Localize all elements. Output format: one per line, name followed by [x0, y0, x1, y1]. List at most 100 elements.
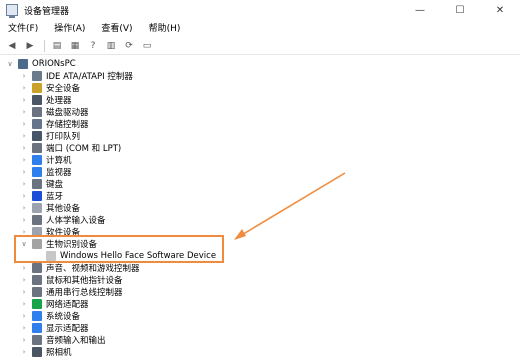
tree-node-label: 显示适配器 [46, 324, 89, 334]
tree-category-node[interactable]: › 系统设备 [23, 310, 81, 322]
expander-icon[interactable]: › [20, 190, 28, 202]
tree-node-label: ORIONsPC [32, 59, 76, 69]
device-category-icon [32, 191, 42, 201]
tree-category-node[interactable]: › 鼠标和其他指针设备 [23, 274, 123, 286]
tree-category-node[interactable]: › 网络适配器 [23, 298, 89, 310]
tree-node-label: 安全设备 [46, 84, 81, 94]
device-category-icon [32, 119, 42, 129]
expander-icon[interactable]: › [20, 214, 28, 226]
tree-category-node[interactable]: › 蓝牙 [23, 190, 64, 202]
tree-category-node[interactable]: › 通用串行总线控制器 [23, 286, 123, 298]
tree-node-label: 人体学输入设备 [46, 216, 106, 226]
tree-node-label: IDE ATA/ATAPI 控制器 [46, 72, 133, 82]
toolbar-divider [44, 39, 45, 52]
expander-icon[interactable]: › [20, 154, 28, 166]
tree-category-node[interactable]: › 人体学输入设备 [23, 214, 106, 226]
tree-node-label: 端口 (COM 和 LPT) [46, 144, 122, 154]
maximize-button[interactable]: ☐ [440, 0, 480, 20]
device-manager-icon [6, 4, 18, 18]
expander-icon[interactable]: › [20, 130, 28, 142]
tree-node-label: 磁盘驱动器 [46, 108, 89, 118]
tree-category-node[interactable]: › 计算机 [23, 154, 72, 166]
expander-icon[interactable]: › [20, 142, 28, 154]
table-icon[interactable]: ▥ [103, 39, 119, 53]
help-icon[interactable]: ? [85, 39, 101, 53]
expander-icon[interactable]: › [20, 310, 28, 322]
expander-icon[interactable]: › [20, 178, 28, 190]
device-category-icon [32, 287, 42, 297]
device-category-icon [32, 311, 42, 321]
minimize-button[interactable]: — [400, 0, 440, 20]
menu-file[interactable]: 文件(F) [4, 22, 42, 36]
menu-bar: 文件(F) 操作(A) 查看(V) 帮助(H) [0, 21, 520, 37]
tree-category-node[interactable]: › 照相机 [23, 346, 72, 358]
tree-category-node[interactable]: › 端口 (COM 和 LPT) [23, 142, 122, 154]
expander-icon[interactable]: › [20, 94, 28, 106]
expander-icon[interactable]: › [20, 118, 28, 130]
tree-node-label: 键盘 [46, 180, 64, 190]
expander-icon[interactable]: › [20, 166, 28, 178]
device-category-icon [32, 107, 42, 117]
menu-help[interactable]: 帮助(H) [145, 22, 185, 36]
monitor-icon[interactable]: ▭ [139, 39, 155, 53]
tree-category-node[interactable]: › 音频输入和输出 [23, 334, 106, 346]
grid-icon[interactable]: ▦ [67, 39, 83, 53]
tree-category-node[interactable]: › 键盘 [23, 178, 64, 190]
expander-icon[interactable]: › [20, 106, 28, 118]
expander-icon[interactable]: › [20, 202, 28, 214]
tree-node-label: 其他设备 [46, 204, 81, 214]
close-button[interactable]: ✕ [480, 0, 520, 20]
expander-icon[interactable]: › [20, 70, 28, 82]
tree-category-node[interactable]: › 安全设备 [23, 82, 81, 94]
device-category-icon [32, 299, 42, 309]
tree-category-node[interactable]: › 监视器 [23, 166, 72, 178]
tree-category-node[interactable]: › 打印队列 [23, 130, 81, 142]
tree-category-node[interactable]: › 显示适配器 [23, 322, 89, 334]
device-category-icon [18, 59, 28, 69]
tree-node-label: 存储控制器 [46, 120, 89, 130]
title-bar: 设备管理器 — ☐ ✕ [0, 0, 520, 20]
tree-node-label: 通用串行总线控制器 [46, 288, 123, 298]
window-controls: — ☐ ✕ [400, 0, 520, 20]
tree-node-label: 声音、视频和游戏控制器 [46, 264, 140, 274]
expander-icon[interactable]: › [20, 262, 28, 274]
device-category-icon [32, 323, 42, 333]
tree-node-label: 照相机 [46, 348, 72, 358]
device-category-icon [32, 167, 42, 177]
device-category-icon [32, 179, 42, 189]
tree-category-node[interactable]: › 声音、视频和游戏控制器 [23, 262, 140, 274]
tree-node-label: 鼠标和其他指针设备 [46, 276, 123, 286]
tree-node-label: 打印队列 [46, 132, 81, 142]
window-title: 设备管理器 [24, 6, 70, 17]
tree-node-label: 处理器 [46, 96, 72, 106]
tree-root-node[interactable]: ∨ ORIONsPC [7, 58, 76, 70]
menu-view[interactable]: 查看(V) [97, 22, 136, 36]
expander-icon[interactable]: ∨ [6, 58, 14, 70]
expander-icon[interactable]: › [20, 274, 28, 286]
expander-icon[interactable]: › [20, 322, 28, 334]
back-arrow-icon[interactable]: ◀ [4, 39, 20, 53]
forward-arrow-icon[interactable]: ▶ [22, 39, 38, 53]
tree-category-node[interactable]: › 存储控制器 [23, 118, 89, 130]
tree-node-label: 蓝牙 [46, 192, 64, 202]
tree-node-label: 网络适配器 [46, 300, 89, 310]
expander-icon[interactable]: › [20, 82, 28, 94]
tree-category-node[interactable]: › 磁盘驱动器 [23, 106, 89, 118]
menu-action[interactable]: 操作(A) [50, 22, 89, 36]
properties-icon[interactable]: ▤ [49, 39, 65, 53]
tree-node-label: 系统设备 [46, 312, 81, 322]
expander-icon[interactable]: › [20, 346, 28, 358]
device-category-icon [32, 203, 42, 213]
device-category-icon [32, 95, 42, 105]
tree-category-node[interactable]: › IDE ATA/ATAPI 控制器 [23, 70, 133, 82]
expander-icon[interactable]: › [20, 334, 28, 346]
device-category-icon [32, 215, 42, 225]
device-tree: ∨ ORIONsPC › IDE ATA/ATAPI 控制器 › 安全设备 › 处理器 › 磁盘驱… [0, 56, 520, 360]
device-category-icon [32, 71, 42, 81]
scan-hardware-icon[interactable]: ⟳ [121, 39, 137, 53]
device-category-icon [32, 263, 42, 273]
tree-category-node[interactable]: › 其他设备 [23, 202, 81, 214]
tree-category-node[interactable]: › 处理器 [23, 94, 72, 106]
expander-icon[interactable]: › [20, 286, 28, 298]
expander-icon[interactable]: › [20, 298, 28, 310]
